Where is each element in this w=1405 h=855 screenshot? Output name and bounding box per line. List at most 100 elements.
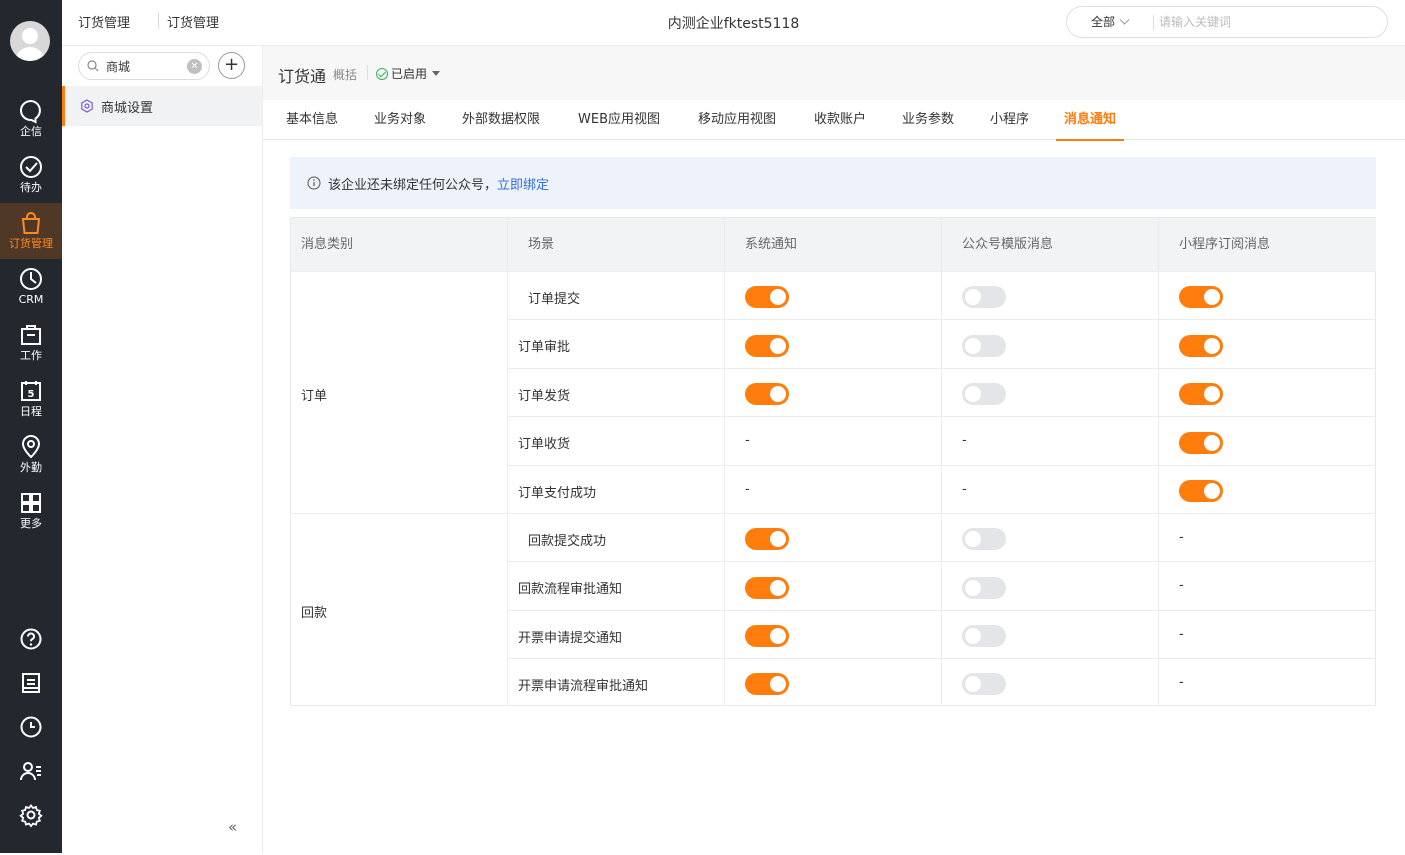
value-cell: -: [1159, 610, 1376, 658]
settings-hex-icon: [81, 99, 93, 113]
tab-external-data-permissions[interactable]: 外部数据权限: [462, 100, 540, 140]
tab-message-notifications[interactable]: 消息通知: [1055, 100, 1125, 141]
toggle-knob: [770, 289, 786, 305]
mini-program-toggle[interactable]: [1179, 383, 1223, 405]
side-panel: ✕ + 商城设置 «: [62, 46, 263, 854]
scene-label: 开票申请提交通知: [518, 630, 623, 646]
toggle-knob: [1204, 386, 1220, 402]
category-label: 订单: [301, 388, 328, 404]
scene-cell: 回款提交成功: [508, 513, 725, 561]
contacts-icon[interactable]: [18, 758, 44, 784]
help-icon[interactable]: [18, 626, 44, 652]
system-notice-toggle[interactable]: [745, 286, 789, 308]
page-title: 订货通: [278, 67, 327, 86]
official-account-toggle[interactable]: [962, 673, 1006, 695]
tab-mobile-app-view[interactable]: 移动应用视图: [698, 100, 776, 140]
rail-item-schedule[interactable]: 5 日程: [0, 371, 62, 427]
scene-cell: 订单收货: [508, 416, 725, 465]
system-notice-toggle[interactable]: [745, 334, 789, 357]
empty-value: -: [745, 481, 750, 497]
system-notice-toggle[interactable]: [745, 383, 789, 405]
value-cell: [725, 610, 942, 658]
toggle-knob: [965, 289, 981, 305]
mini-program-toggle[interactable]: [1179, 480, 1223, 502]
breadcrumb-module[interactable]: 订货管理: [78, 12, 130, 31]
clear-icon[interactable]: ✕: [187, 59, 202, 74]
rail-item-order-management[interactable]: 订货管理: [0, 203, 62, 259]
search-divider: [1153, 15, 1154, 30]
value-cell: [942, 610, 1159, 658]
sidebar-item-label: 商城设置: [101, 101, 154, 116]
official-account-toggle[interactable]: [962, 528, 1006, 550]
search-scope-dropdown[interactable]: 全部: [1091, 13, 1130, 30]
value-cell: [725, 368, 942, 416]
scene-cell: 订单支付成功: [508, 465, 725, 513]
system-notice-toggle[interactable]: [745, 528, 789, 550]
value-cell: -: [725, 416, 942, 465]
empty-value: -: [1179, 626, 1184, 642]
category-cell: 回款: [291, 513, 508, 706]
tab-web-app-view[interactable]: WEB应用视图: [578, 100, 660, 140]
scene-cell: 开票申请提交通知: [508, 610, 725, 658]
history-clock-icon[interactable]: [18, 714, 44, 740]
collapse-sidebar-icon[interactable]: «: [228, 818, 237, 836]
value-cell: [1159, 465, 1376, 513]
mini-program-toggle[interactable]: [1179, 334, 1223, 357]
notice-banner: 该企业还未绑定任何公众号，立即绑定: [290, 157, 1376, 209]
toggle-knob: [1204, 289, 1220, 305]
scene-cell: 订单发货: [508, 368, 725, 416]
tab-payment-accounts[interactable]: 收款账户: [814, 100, 866, 140]
rail-item-todo[interactable]: 待办: [0, 147, 62, 203]
tab-business-objects[interactable]: 业务对象: [374, 100, 426, 140]
value-cell: [1159, 416, 1376, 465]
system-notice-toggle[interactable]: [745, 625, 789, 647]
scene-label: 订单提交: [528, 291, 581, 307]
official-account-toggle[interactable]: [962, 334, 1006, 357]
mini-program-toggle[interactable]: [1179, 286, 1223, 308]
rail-item-crm[interactable]: CRM: [0, 259, 62, 315]
side-search-input[interactable]: [106, 56, 184, 76]
toggle-knob: [1204, 483, 1220, 499]
rail-item-qixin[interactable]: 企信: [0, 91, 62, 147]
official-account-toggle[interactable]: [962, 286, 1006, 308]
official-account-toggle[interactable]: [962, 576, 1006, 599]
scene-cell: 回款流程审批通知: [508, 561, 725, 610]
toggle-knob: [770, 386, 786, 402]
value-cell: -: [1159, 658, 1376, 706]
system-notice-toggle[interactable]: [745, 576, 789, 599]
settings-gear-icon[interactable]: [18, 802, 44, 828]
header-divider: [367, 65, 368, 80]
status-dropdown[interactable]: 已启用: [376, 65, 441, 82]
overview-link[interactable]: 概括: [333, 66, 357, 83]
rail-label: CRM: [18, 293, 44, 306]
user-avatar[interactable]: [10, 21, 50, 61]
check-circle-icon: [376, 67, 388, 80]
value-cell: [942, 271, 1159, 319]
rail-item-work[interactable]: 工作: [0, 315, 62, 371]
toggle-knob: [965, 386, 981, 402]
calendar-icon: 5: [21, 381, 41, 401]
official-account-toggle[interactable]: [962, 383, 1006, 405]
add-button[interactable]: +: [218, 52, 245, 79]
empty-value: -: [962, 433, 967, 448]
mini-program-toggle[interactable]: [1179, 431, 1223, 454]
scene-label: 开票申请流程审批通知: [518, 678, 649, 694]
bind-now-link[interactable]: 立即绑定: [497, 178, 549, 193]
toggle-knob: [965, 337, 981, 354]
notice-message: 该企业还未绑定任何公众号，立即绑定: [328, 174, 549, 193]
global-search-input[interactable]: [1159, 10, 1369, 34]
tab-basic-info[interactable]: 基本信息: [286, 100, 338, 140]
official-account-toggle[interactable]: [962, 625, 1006, 647]
toggle-knob: [770, 531, 786, 547]
tab-mini-program[interactable]: 小程序: [990, 100, 1029, 140]
sidebar-item-mall-settings[interactable]: 商城设置: [62, 86, 262, 126]
rail-item-field-work[interactable]: 外勤: [0, 427, 62, 483]
rail-item-more[interactable]: 更多: [0, 483, 62, 539]
tab-business-params[interactable]: 业务参数: [902, 100, 954, 140]
search-scope-label: 全部: [1091, 15, 1116, 29]
notebook-icon[interactable]: [18, 670, 44, 696]
system-notice-toggle[interactable]: [745, 673, 789, 695]
info-icon: [307, 176, 321, 190]
category-cell: 订单: [291, 271, 508, 513]
rail-label: 企信: [20, 125, 42, 138]
